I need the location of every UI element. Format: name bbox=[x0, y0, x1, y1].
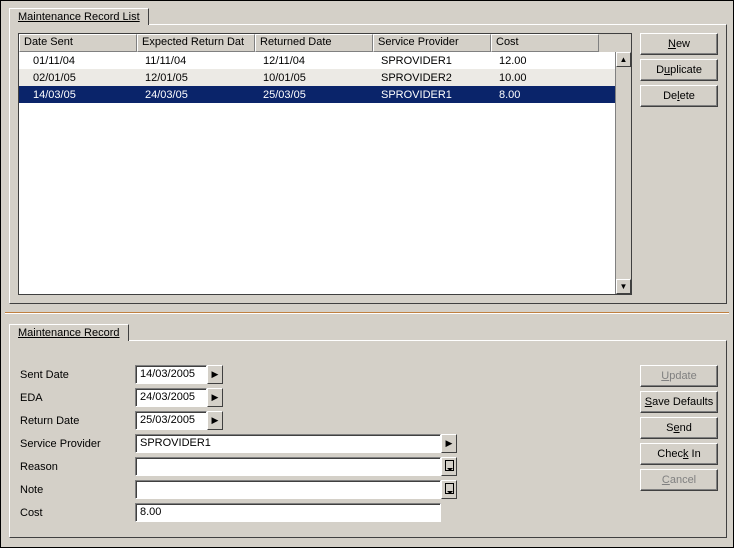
list-buttons: New Duplicate Delete bbox=[640, 33, 718, 107]
label-sent-date: Sent Date bbox=[20, 369, 135, 381]
table-cell: SPROVIDER2 bbox=[373, 71, 491, 85]
table-row[interactable]: 02/01/0512/01/0510/01/05SPROVIDER210.00 bbox=[19, 69, 615, 86]
input-return-date[interactable]: 25/03/2005 bbox=[135, 411, 207, 430]
label-reason: Reason bbox=[20, 461, 135, 473]
sent-date-picker-icon[interactable]: ▶ bbox=[207, 365, 223, 384]
table-cell: 12/01/05 bbox=[137, 71, 255, 85]
section-divider bbox=[5, 312, 729, 314]
list-section: Maintenance Record List Date Sent Expect… bbox=[9, 7, 727, 307]
tab-list-label: Maintenance Record List bbox=[18, 11, 140, 23]
tab-detail[interactable]: Maintenance Record bbox=[9, 324, 129, 341]
scroll-up-button[interactable]: ▲ bbox=[616, 52, 631, 67]
table-cell: 02/01/05 bbox=[19, 71, 137, 85]
col-expected-return[interactable]: Expected Return Dat bbox=[137, 34, 255, 52]
row-note: Note bbox=[20, 478, 626, 501]
vertical-scrollbar[interactable]: ▲ ▼ bbox=[615, 52, 631, 294]
app-window: Maintenance Record List Date Sent Expect… bbox=[0, 0, 734, 548]
table-row[interactable]: 14/03/0524/03/0525/03/05SPROVIDER18.00 bbox=[19, 86, 615, 103]
detail-section: Maintenance Record Sent Date 14/03/2005 … bbox=[9, 323, 727, 541]
table-cell: 10/01/05 bbox=[255, 71, 373, 85]
delete-button[interactable]: Delete bbox=[640, 85, 718, 107]
list-panel: Date Sent Expected Return Dat Returned D… bbox=[9, 24, 727, 304]
table-cell: 24/03/05 bbox=[137, 88, 255, 102]
label-note: Note bbox=[20, 484, 135, 496]
eda-picker-icon[interactable]: ▶ bbox=[207, 388, 223, 407]
grid-body[interactable]: 01/11/0411/11/0412/11/04SPROVIDER112.000… bbox=[19, 52, 615, 294]
input-note[interactable] bbox=[135, 480, 441, 499]
tab-list[interactable]: Maintenance Record List bbox=[9, 8, 149, 25]
check-in-button[interactable]: Check In bbox=[640, 443, 718, 465]
new-button[interactable]: New bbox=[640, 33, 718, 55]
input-sent-date[interactable]: 14/03/2005 bbox=[135, 365, 207, 384]
send-button[interactable]: Send bbox=[640, 417, 718, 439]
row-sent-date: Sent Date 14/03/2005 ▶ bbox=[20, 363, 626, 386]
input-eda[interactable]: 24/03/2005 bbox=[135, 388, 207, 407]
input-service-provider[interactable]: SPROVIDER1 bbox=[135, 434, 441, 453]
label-cost: Cost bbox=[20, 507, 135, 519]
cancel-button[interactable]: Cancel bbox=[640, 469, 718, 491]
scroll-down-button[interactable]: ▼ bbox=[616, 279, 631, 294]
note-dropdown-icon[interactable] bbox=[441, 480, 457, 499]
detail-buttons: Update Save Defaults Send Check In Cance… bbox=[640, 365, 718, 491]
table-cell: 12.00 bbox=[491, 54, 599, 68]
table-cell: SPROVIDER1 bbox=[373, 54, 491, 68]
table-cell: 25/03/05 bbox=[255, 88, 373, 102]
table-row[interactable]: 01/11/0411/11/0412/11/04SPROVIDER112.00 bbox=[19, 52, 615, 69]
col-returned-date[interactable]: Returned Date bbox=[255, 34, 373, 52]
label-return-date: Return Date bbox=[20, 415, 135, 427]
row-return-date: Return Date 25/03/2005 ▶ bbox=[20, 409, 626, 432]
table-cell: SPROVIDER1 bbox=[373, 88, 491, 102]
provider-picker-icon[interactable]: ▶ bbox=[441, 434, 457, 453]
table-cell: 14/03/05 bbox=[19, 88, 137, 102]
input-cost[interactable]: 8.00 bbox=[135, 503, 441, 522]
label-service-provider: Service Provider bbox=[20, 438, 135, 450]
row-service-provider: Service Provider SPROVIDER1 ▶ bbox=[20, 432, 626, 455]
tab-detail-label: Maintenance Record bbox=[18, 327, 120, 339]
duplicate-button[interactable]: Duplicate bbox=[640, 59, 718, 81]
table-cell: 11/11/04 bbox=[137, 54, 255, 68]
save-defaults-button[interactable]: Save Defaults bbox=[640, 391, 718, 413]
col-cost[interactable]: Cost bbox=[491, 34, 599, 52]
detail-panel: Sent Date 14/03/2005 ▶ EDA 24/03/2005 ▶ … bbox=[9, 340, 727, 538]
table-cell: 12/11/04 bbox=[255, 54, 373, 68]
col-service-provider[interactable]: Service Provider bbox=[373, 34, 491, 52]
label-eda: EDA bbox=[20, 392, 135, 404]
table-cell: 10.00 bbox=[491, 71, 599, 85]
table-cell: 01/11/04 bbox=[19, 54, 137, 68]
table-cell: 8.00 bbox=[491, 88, 599, 102]
detail-form: Sent Date 14/03/2005 ▶ EDA 24/03/2005 ▶ … bbox=[20, 363, 626, 524]
row-reason: Reason bbox=[20, 455, 626, 478]
row-eda: EDA 24/03/2005 ▶ bbox=[20, 386, 626, 409]
grid-header: Date Sent Expected Return Dat Returned D… bbox=[19, 34, 631, 52]
reason-dropdown-icon[interactable] bbox=[441, 457, 457, 476]
row-cost: Cost 8.00 bbox=[20, 501, 626, 524]
return-date-picker-icon[interactable]: ▶ bbox=[207, 411, 223, 430]
col-date-sent[interactable]: Date Sent bbox=[19, 34, 137, 52]
input-reason[interactable] bbox=[135, 457, 441, 476]
update-button[interactable]: Update bbox=[640, 365, 718, 387]
maintenance-grid: Date Sent Expected Return Dat Returned D… bbox=[18, 33, 632, 295]
